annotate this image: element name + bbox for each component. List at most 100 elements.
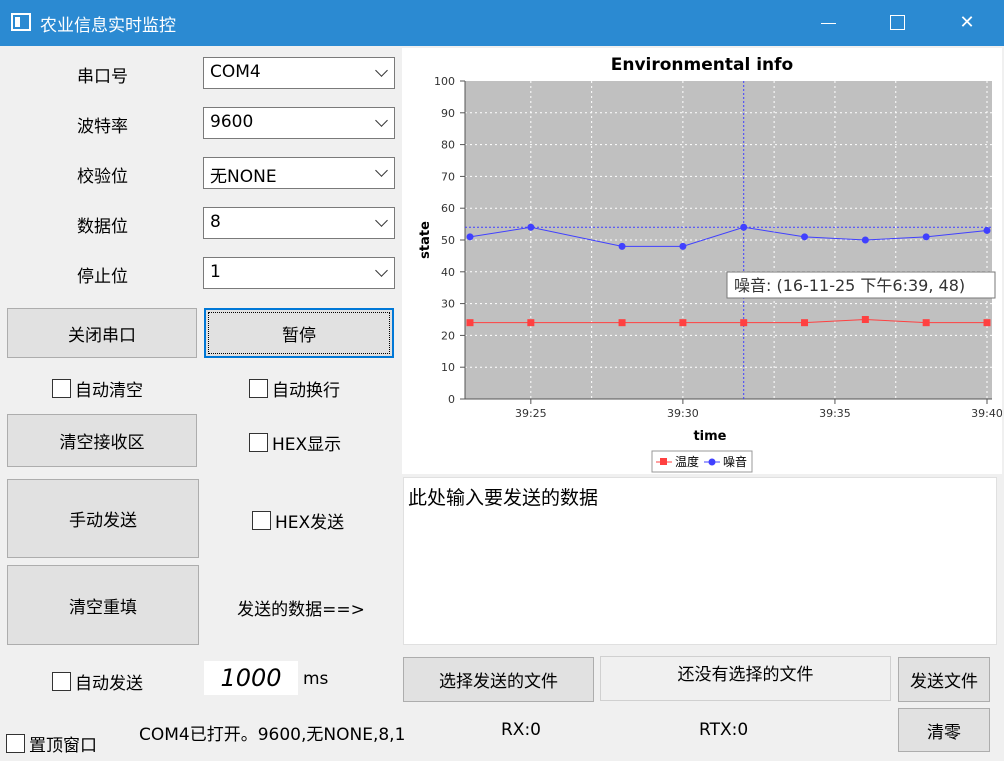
data-point-circle — [801, 233, 809, 241]
y-tick-label: 80 — [441, 139, 455, 152]
x-tick-label: 39:30 — [667, 407, 699, 420]
checkbox-box — [252, 511, 271, 530]
data-point-circle — [983, 226, 991, 234]
chevron-down-icon — [375, 114, 388, 127]
y-axis-title: state — [418, 221, 433, 259]
y-tick-label: 40 — [441, 266, 455, 279]
chevron-down-icon — [375, 264, 388, 277]
stopbits-select[interactable]: 1 — [203, 257, 395, 289]
x-tick-label: 39:40 — [971, 407, 1002, 420]
y-tick-label: 10 — [441, 361, 455, 374]
chart-legend: 温度 噪音 — [651, 450, 753, 473]
topmost-checkbox[interactable]: 置顶窗口 — [6, 731, 97, 756]
legend-marker-noise — [708, 458, 716, 466]
y-tick-label: 90 — [441, 107, 455, 120]
data-point-square — [527, 319, 535, 327]
parity-label: 校验位 — [77, 167, 128, 187]
hex-display-checkbox[interactable]: HEX显示 — [249, 430, 341, 455]
reset-counter-button[interactable]: 清零 — [898, 708, 990, 752]
minimize-button[interactable] — [805, 0, 851, 46]
close-button[interactable]: ✕ — [944, 0, 990, 46]
minimize-icon — [821, 23, 836, 24]
pause-button-label: 暂停 — [282, 325, 316, 346]
data-point-circle — [527, 223, 535, 231]
chart-title: Environmental info — [611, 55, 793, 75]
x-tick-label: 39:35 — [819, 407, 851, 420]
hex-display-label: HEX显示 — [272, 435, 342, 455]
clear-refill-button[interactable]: 清空重填 — [7, 565, 199, 645]
send-file-button[interactable]: 发送文件 — [898, 657, 990, 702]
close-port-button[interactable]: 关闭串口 — [7, 308, 197, 358]
hex-send-checkbox[interactable]: HEX发送 — [252, 508, 344, 533]
checkbox-box — [52, 379, 71, 398]
parity-value: 无NONE — [210, 167, 277, 187]
stopbits-value: 1 — [210, 262, 221, 282]
chart-tooltip: 噪音: (16-11-25 下午6:39, 48) — [726, 271, 996, 299]
data-point-square — [740, 319, 748, 327]
data-point-circle — [740, 223, 748, 231]
data-point-square — [983, 319, 991, 327]
port-label: 串口号 — [77, 67, 128, 87]
data-point-square — [466, 319, 474, 327]
databits-value: 8 — [210, 212, 221, 232]
auto-send-checkbox[interactable]: 自动发送 — [52, 669, 143, 694]
baud-label: 波特率 — [77, 117, 128, 137]
selected-file-display: 还没有选择的文件 — [600, 656, 891, 701]
auto-wrap-checkbox[interactable]: 自动换行 — [249, 376, 340, 401]
baud-select[interactable]: 9600 — [203, 107, 395, 139]
data-point-square — [618, 319, 626, 327]
choose-file-button[interactable]: 选择发送的文件 — [403, 657, 594, 702]
y-tick-label: 0 — [448, 393, 455, 406]
window-title: 农业信息实时监控 — [40, 16, 176, 36]
legend-marker-temperature — [660, 458, 667, 465]
send-data-arrow-label: 发送的数据==> — [237, 600, 365, 620]
y-tick-label: 100 — [434, 75, 455, 88]
x-tick-label: 39:25 — [515, 407, 547, 420]
data-point-square — [861, 316, 869, 323]
checkbox-box — [52, 672, 71, 691]
baud-value: 9600 — [210, 112, 254, 132]
auto-send-label: 自动发送 — [75, 674, 143, 694]
auto-wrap-label: 自动换行 — [272, 381, 340, 401]
rtx-counter: RTX:0 — [699, 720, 749, 740]
y-tick-label: 50 — [441, 234, 455, 247]
data-point-square — [679, 319, 687, 327]
data-point-circle — [861, 236, 869, 244]
port-status-text: COM4已打开。9600,无NONE,8,1 — [139, 725, 406, 745]
app-icon — [11, 13, 31, 31]
chart-svg: Environmental info 0 10 20 30 40 50 60 70 80 90 10… — [418, 55, 1003, 473]
port-select[interactable]: COM4 — [203, 57, 395, 89]
chevron-down-icon — [375, 64, 388, 77]
clear-receive-button[interactable]: 清空接收区 — [7, 414, 197, 467]
interval-unit-label: ms — [303, 669, 329, 689]
databits-select[interactable]: 8 — [203, 207, 395, 239]
send-data-placeholder: 此处输入要发送的数据 — [408, 487, 599, 509]
y-tick-label: 20 — [441, 329, 455, 342]
send-data-input[interactable]: 此处输入要发送的数据 — [403, 477, 997, 645]
auto-clear-label: 自动清空 — [75, 381, 143, 401]
y-tick-label: 30 — [441, 298, 455, 311]
y-tick-label: 70 — [441, 170, 455, 183]
tooltip-text: 噪音: (16-11-25 下午6:39, 48) — [734, 276, 965, 295]
send-interval-value: 1000 — [220, 664, 282, 692]
manual-send-button[interactable]: 手动发送 — [7, 479, 199, 558]
maximize-icon — [890, 15, 905, 30]
topmost-label: 置顶窗口 — [29, 736, 97, 756]
parity-select[interactable]: 无NONE — [203, 157, 395, 189]
plot-area — [465, 81, 992, 399]
auto-clear-checkbox[interactable]: 自动清空 — [52, 376, 143, 401]
close-icon: ✕ — [959, 12, 975, 33]
data-point-square — [801, 319, 809, 327]
maximize-button[interactable] — [874, 0, 920, 46]
data-point-square — [922, 319, 930, 327]
chevron-down-icon — [375, 214, 388, 227]
x-axis-title: time — [693, 429, 726, 444]
pause-button[interactable]: 暂停 — [204, 308, 394, 358]
send-interval-input[interactable]: 1000 — [204, 661, 298, 695]
legend-label-temperature: 温度 — [675, 454, 699, 469]
port-value: COM4 — [210, 62, 261, 82]
data-point-circle — [679, 242, 687, 250]
rx-counter: RX:0 — [501, 720, 542, 740]
data-point-circle — [466, 233, 474, 241]
hex-send-label: HEX发送 — [275, 513, 345, 533]
